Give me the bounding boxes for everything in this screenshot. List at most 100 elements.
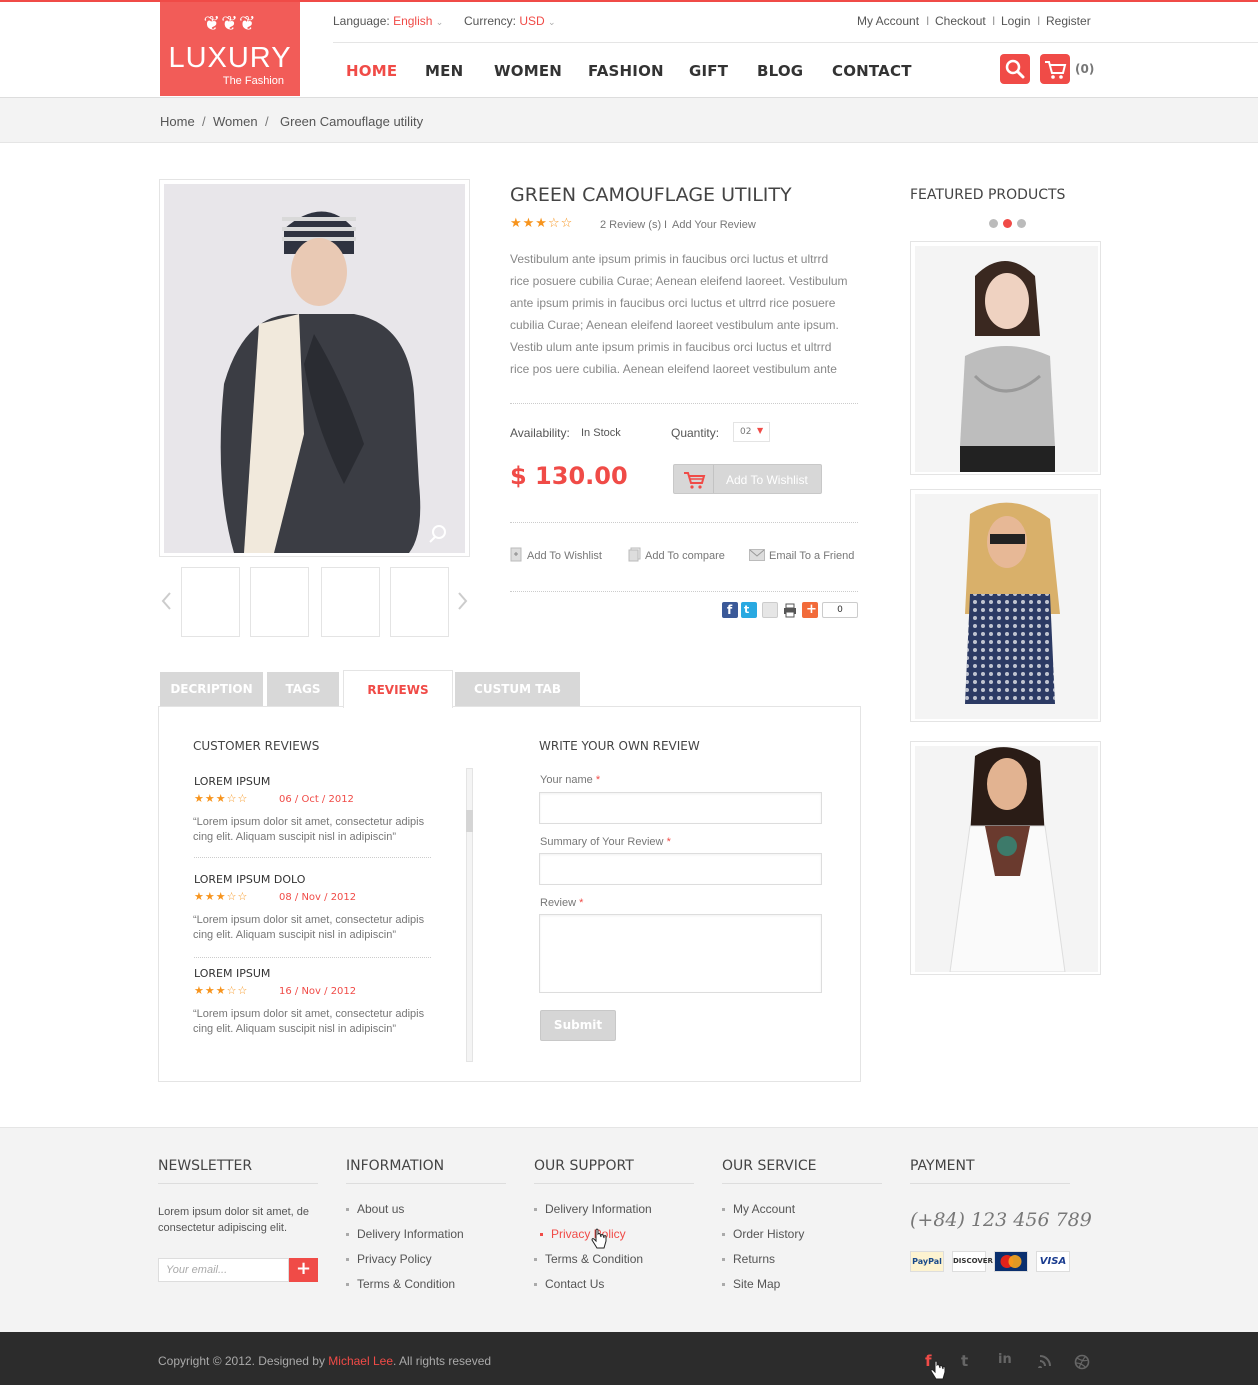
review-textarea[interactable] xyxy=(539,914,822,993)
footer-divider xyxy=(158,1183,318,1184)
twitter-icon[interactable]: t xyxy=(961,1352,968,1370)
thumbs-next-icon[interactable] xyxy=(455,590,469,612)
phone-number: (+84) 123 456 789 xyxy=(910,1209,1092,1231)
tab-description[interactable]: DECRIPTION xyxy=(160,672,263,706)
rss-icon[interactable] xyxy=(1038,1354,1052,1368)
nav-home[interactable]: HOME xyxy=(346,62,397,80)
nav-fashion[interactable]: FASHION xyxy=(588,62,664,80)
nav-gift[interactable]: GIFT xyxy=(689,62,728,80)
footer-link-contact[interactable]: Contact Us xyxy=(533,1277,604,1291)
search-icon xyxy=(1005,59,1025,79)
review-text: “Lorem ipsum dolor sit amet, consectetur… xyxy=(193,913,438,943)
search-button[interactable] xyxy=(1000,54,1030,84)
product-rating: ★★★☆☆ xyxy=(510,216,574,231)
add-to-wishlist-button[interactable]: Add To Wishlist xyxy=(673,464,822,494)
product-description: Vestibulum ante ipsum primis in faucibus… xyxy=(510,248,860,380)
share-print-icon[interactable] xyxy=(782,602,798,618)
footer-link-my-account[interactable]: My Account xyxy=(721,1202,795,1216)
label-text: Summary of Your Review xyxy=(540,836,664,848)
currency-selector[interactable]: Currency: USD ⌄ xyxy=(464,14,556,28)
nav-women[interactable]: WOMEN xyxy=(494,62,562,80)
divider xyxy=(510,591,858,592)
topbar-divider xyxy=(333,42,1258,43)
product-main-image[interactable] xyxy=(159,179,470,557)
carousel-dot-active[interactable] xyxy=(1003,219,1012,228)
footer-divider xyxy=(910,1183,1070,1184)
footer-link-about-us[interactable]: About us xyxy=(345,1202,404,1216)
nav-men[interactable]: MEN xyxy=(425,62,463,80)
paypal-icon: PayPal xyxy=(910,1251,944,1272)
review-author: LOREM IPSUM xyxy=(194,775,271,788)
nav-blog[interactable]: BLOG xyxy=(757,62,803,80)
featured-product-1[interactable] xyxy=(910,241,1101,475)
footer-link-site-map[interactable]: Site Map xyxy=(721,1277,780,1291)
product-thumbnail[interactable] xyxy=(390,567,449,637)
dribbble-icon[interactable] xyxy=(1074,1354,1090,1370)
footer-link-delivery[interactable]: Delivery Information xyxy=(534,1202,652,1216)
newsletter-subscribe-button[interactable]: + xyxy=(289,1258,318,1282)
review-count[interactable]: 2 Review (s) xyxy=(600,219,661,231)
top-link-login[interactable]: Login xyxy=(1001,14,1030,28)
breadcrumb-current: Green Camouflage utility xyxy=(280,114,424,129)
product-thumbnail[interactable] xyxy=(250,567,309,637)
review-date: 08 / Nov / 2012 xyxy=(279,892,357,903)
review-text: “Lorem ipsum dolor sit amet, consectetur… xyxy=(193,1007,438,1037)
action-add-to-compare[interactable]: Add To compare xyxy=(645,550,725,562)
quantity-select[interactable]: 02 ▼ xyxy=(733,422,770,442)
featured-product-3[interactable] xyxy=(910,741,1101,975)
availability-value: In Stock xyxy=(581,427,621,439)
product-thumbnail[interactable] xyxy=(181,567,240,637)
action-add-to-wishlist[interactable]: Add To Wishlist xyxy=(527,550,602,562)
required-marker: * xyxy=(595,774,601,786)
tab-reviews[interactable]: REVIEWS xyxy=(343,670,453,708)
summary-field[interactable] xyxy=(539,853,822,885)
product-thumbnail[interactable] xyxy=(321,567,380,637)
footer-link-privacy[interactable]: Privacy Policy xyxy=(346,1252,432,1266)
share-twitter-icon[interactable]: t xyxy=(741,602,757,618)
footer-link-order-history[interactable]: Order History xyxy=(721,1227,804,1241)
newsletter-text: Lorem ipsum dolor sit amet, de consectet… xyxy=(158,1206,310,1234)
footer-link-terms[interactable]: Terms & Condition xyxy=(533,1252,643,1266)
carousel-dot[interactable] xyxy=(1017,219,1026,228)
newsletter-email-input[interactable]: Your email... xyxy=(158,1258,289,1282)
support-title: OUR SUPPORT xyxy=(534,1158,634,1174)
cart-count: (0) xyxy=(1075,62,1095,76)
nav-contact[interactable]: CONTACT xyxy=(832,62,912,80)
footer-link-terms[interactable]: Terms & Condition xyxy=(345,1277,455,1291)
submit-review-button[interactable]: Submit xyxy=(540,1010,616,1041)
tab-tags[interactable]: TAGS xyxy=(267,672,339,706)
add-review-link[interactable]: Add Your Review xyxy=(672,219,756,231)
logo-tagline: The Fashion xyxy=(222,75,284,87)
tab-custom[interactable]: CUSTUM TAB xyxy=(455,672,580,706)
action-email-friend[interactable]: Email To a Friend xyxy=(769,550,854,562)
logo[interactable]: ❦❦❦ LUXURY The Fashion xyxy=(160,2,300,96)
discover-icon: DISCOVER xyxy=(952,1251,993,1272)
featured-photo xyxy=(915,746,1098,972)
breadcrumb-home[interactable]: Home xyxy=(160,114,195,129)
summary-field-label: Summary of Your Review * xyxy=(540,836,671,848)
review-line: cing elit. Aliquam suscipit nisl in adip… xyxy=(193,1023,396,1035)
top-link-register[interactable]: Register xyxy=(1046,14,1091,28)
linkedin-icon[interactable]: in xyxy=(998,1352,1012,1367)
share-email-icon[interactable] xyxy=(762,602,778,618)
share-more-icon[interactable]: + xyxy=(802,602,818,618)
top-link-checkout[interactable]: Checkout xyxy=(935,14,986,28)
footer-link-returns[interactable]: Returns xyxy=(721,1252,775,1266)
cart-icon xyxy=(1045,61,1067,79)
language-selector[interactable]: Language: English ⌄ xyxy=(333,14,443,28)
logo-ornament-icon: ❦❦❦ xyxy=(203,11,257,35)
reviews-scrollbar-thumb[interactable] xyxy=(466,810,473,832)
footer-link-delivery[interactable]: Delivery Information xyxy=(346,1227,464,1241)
carousel-dot[interactable] xyxy=(989,219,998,228)
description-line: rice posuere cubilia Curae; Aenean eleif… xyxy=(510,274,848,288)
top-link-my-account[interactable]: My Account xyxy=(857,14,919,28)
cart-button[interactable] xyxy=(1040,54,1070,84)
name-field-label: Your name * xyxy=(540,774,600,786)
share-facebook-icon[interactable]: f xyxy=(722,602,738,618)
breadcrumb-women[interactable]: Women xyxy=(213,114,258,129)
featured-product-2[interactable] xyxy=(910,489,1101,722)
thumbs-prev-icon[interactable] xyxy=(160,590,174,612)
name-field[interactable] xyxy=(539,792,822,824)
footer-link-privacy-active[interactable]: Privacy Policy xyxy=(540,1227,626,1241)
designer-link[interactable]: Michael Lee xyxy=(328,1354,393,1368)
